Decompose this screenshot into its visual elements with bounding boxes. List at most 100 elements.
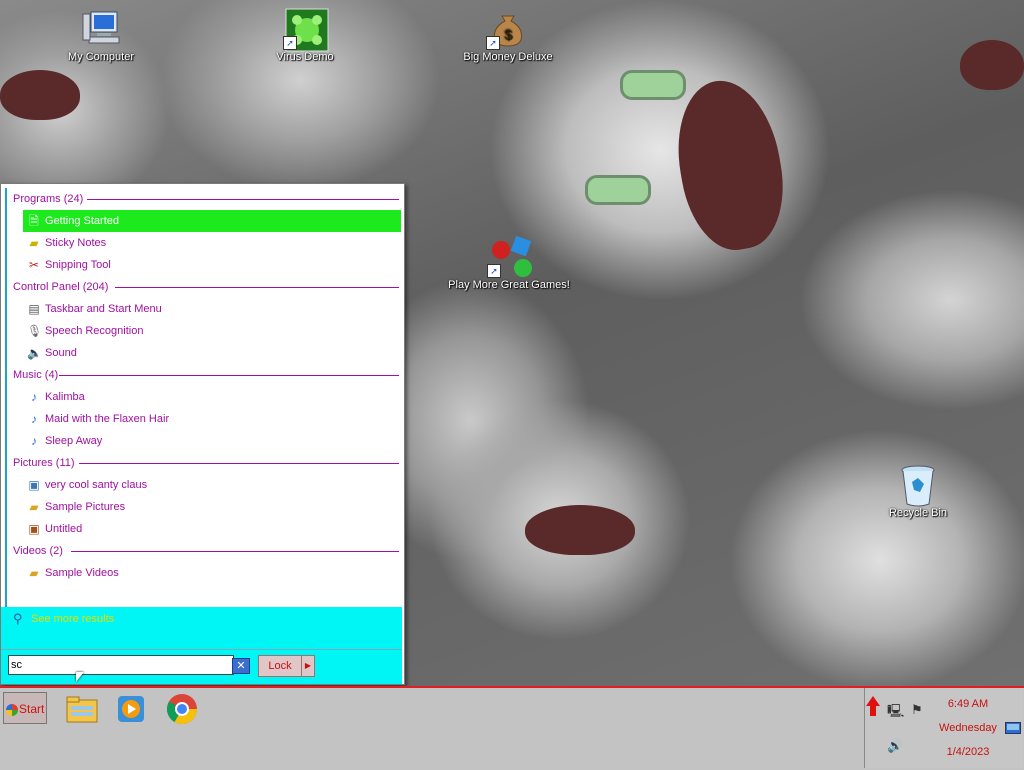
taskbar: Start 🖳 ⚑ 🔊 6:49 AM Wednesday 1/4/2023 [0,686,1024,770]
taskbar-icon: ▤ [28,302,40,316]
shortcut-arrow-icon: ➚ [487,264,501,278]
action-center-flag-icon[interactable]: ⚑ [911,702,923,718]
search-icon: ⚲ [13,611,23,626]
category-title: Music (4) [13,369,59,381]
result-sleep-away[interactable]: ♪ Sleep Away [23,430,401,452]
result-sample-videos[interactable]: ▰ Sample Videos [23,562,401,584]
music-file-icon: ♪ [31,390,37,404]
close-icon: ✕ [236,660,246,672]
result-untitled[interactable]: ▣ Untitled [23,518,401,540]
see-more-results[interactable]: ⚲ See more results [1,607,402,649]
result-label: Kalimba [45,391,85,403]
result-sound[interactable]: 🔈 Sound [23,342,401,364]
shortcut-arrow-icon: ➚ [283,36,297,50]
power-options-button[interactable]: ▶ [301,655,315,677]
games-icon: ➚ [487,235,532,278]
up-arrow-icon[interactable] [865,694,881,721]
category-music[interactable]: Music (4) [7,364,403,386]
category-title: Programs (24) [13,193,84,205]
divider [59,375,399,376]
file-explorer-icon [66,696,98,723]
shortcut-arrow-icon: ➚ [486,36,500,50]
taskbar-app-chrome[interactable] [165,692,199,726]
desktop-icon-label: My Computer [67,51,135,63]
svg-text:$: $ [504,26,512,42]
desktop-icon-label: Virus Demo [276,51,334,63]
result-label: Snipping Tool [45,259,111,271]
wallpaper-mouth [665,72,795,258]
clock-date[interactable]: 1/4/2023 [937,746,999,758]
wallpaper-mouth [960,40,1024,90]
virus-demo-icon: ➚ [283,8,329,52]
result-kalimba[interactable]: ♪ Kalimba [23,386,401,408]
image-file-icon: ▣ [28,478,40,492]
result-label: Sticky Notes [45,237,107,249]
desktop-icon-virus-demo[interactable]: ➚ Virus Demo [250,8,360,63]
clock-time[interactable]: 6:49 AM [937,698,999,710]
search-results: Programs (24) 🗎 Getting Started ▰ Sticky… [5,188,403,608]
desktop-icon-recycle-bin[interactable]: Recycle Bin [863,464,973,519]
result-taskbar-and-start-menu[interactable]: ▤ Taskbar and Start Menu [23,298,401,320]
clear-search-button[interactable]: ✕ [232,658,250,674]
chevron-right-icon: ▶ [304,661,312,670]
category-pictures[interactable]: Pictures (11) [7,452,403,474]
result-label: Taskbar and Start Menu [45,303,162,315]
divider [87,199,399,200]
wallpaper-eye [585,175,651,205]
show-desktop-icon[interactable] [1005,722,1021,737]
desktop-icon-my-computer[interactable]: My Computer [46,8,156,63]
microphone-icon: 🎙 [27,324,43,338]
category-programs[interactable]: Programs (24) [7,188,403,210]
result-sticky-notes[interactable]: ▰ Sticky Notes [23,232,401,254]
taskbar-app-media-player[interactable] [115,692,149,726]
windows-logo-icon [6,703,18,716]
clock-day[interactable]: Wednesday [937,722,999,734]
sticky-notes-icon: ▰ [29,236,39,250]
result-label: Sample Videos [45,567,119,579]
speaker-icon: 🔈 [27,346,42,360]
network-icon[interactable]: 🖳 [887,702,904,724]
result-label: Untitled [45,523,83,535]
image-file-icon: ▣ [28,522,40,536]
volume-icon[interactable]: 🔊 [887,738,903,754]
result-getting-started[interactable]: 🗎 Getting Started [23,210,401,232]
lock-label: Lock [268,660,292,672]
music-file-icon: ♪ [31,434,37,448]
result-very-cool-santy-claus[interactable]: ▣ very cool santy claus [23,474,401,496]
result-maid-with-the-flaxen-hair[interactable]: ♪ Maid with the Flaxen Hair [23,408,401,430]
lock-button[interactable]: Lock [258,655,302,677]
taskbar-app-file-explorer[interactable] [65,692,99,726]
desktop-icon-big-money-deluxe[interactable]: $ ➚ Big Money Deluxe [453,8,563,63]
result-label: Sound [45,347,77,359]
divider [115,287,399,288]
folder-icon: ▰ [29,500,39,514]
start-label: Start [19,702,45,716]
snipping-tool-icon: ✂ [28,258,40,272]
folder-icon: ▰ [29,566,39,580]
wallpaper-eye [620,70,686,100]
category-videos[interactable]: Videos (2) [7,540,403,562]
result-label: Sleep Away [45,435,103,447]
result-speech-recognition[interactable]: 🎙 Speech Recognition [23,320,401,342]
divider [79,463,399,464]
category-title: Pictures (11) [13,457,75,469]
mouse-cursor [76,672,84,682]
result-snipping-tool[interactable]: ✂ Snipping Tool [23,254,401,276]
search-row: ✕ Lock ▶ [1,649,402,684]
start-button[interactable]: Start [3,692,47,724]
divider [71,551,399,552]
chrome-icon [166,694,197,725]
desktop-icon-label: Big Money Deluxe [463,51,553,63]
wallpaper-mouth [0,70,80,120]
music-file-icon: ♪ [31,412,37,426]
category-control-panel[interactable]: Control Panel (204) [7,276,403,298]
search-input[interactable] [8,655,234,675]
result-sample-pictures[interactable]: ▰ Sample Pictures [23,496,401,518]
media-player-icon [118,696,144,722]
getting-started-icon: 🗎 [29,214,39,228]
computer-icon [81,8,121,48]
desktop-icon-play-more-games[interactable]: ➚ Play More Great Games! [444,235,574,291]
wallpaper-mouth [525,505,635,555]
money-bag-icon: $ ➚ [486,8,528,50]
category-title: Control Panel (204) [13,281,109,293]
